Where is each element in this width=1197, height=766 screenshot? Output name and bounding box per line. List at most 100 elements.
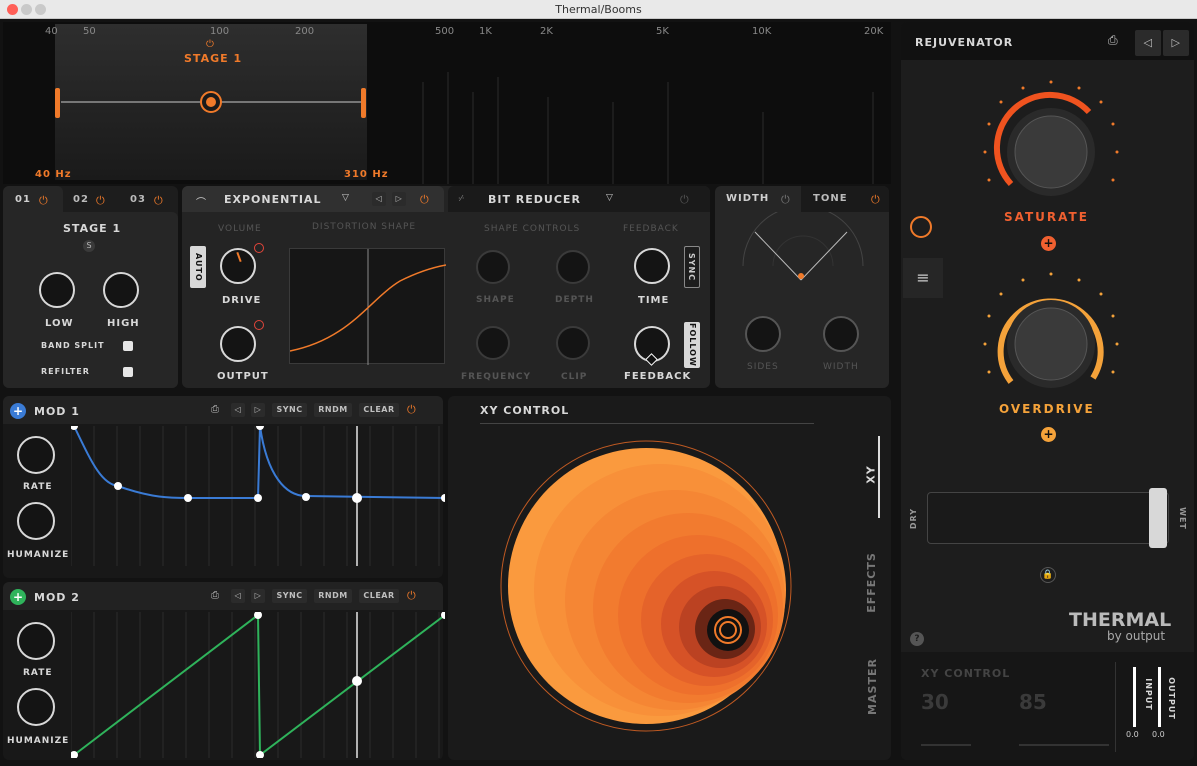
saturate-add-icon[interactable]: + bbox=[1041, 236, 1056, 251]
stage-02-power-icon[interactable]: ⏻ bbox=[96, 195, 105, 206]
distortion-panel: ⌒ EXPONENTIAL ▽ ◁ ▷ ⏻ ·⁄· BIT REDUCER ▽ … bbox=[182, 186, 710, 388]
frequency-knob[interactable] bbox=[476, 326, 510, 360]
mod1-envelope[interactable] bbox=[71, 426, 445, 566]
tab-stage-03[interactable]: 03 bbox=[130, 194, 146, 205]
mod2-next-button[interactable]: ▷ bbox=[251, 589, 265, 603]
tab-stage-02[interactable]: 02 bbox=[73, 194, 89, 205]
mod1-add-icon[interactable]: + bbox=[10, 403, 26, 419]
mod2-envelope[interactable] bbox=[71, 612, 445, 758]
xy-side-tab-master[interactable]: MASTER bbox=[866, 658, 879, 715]
mod1-clear-button[interactable]: CLEAR bbox=[359, 403, 399, 417]
output-value: 0.0 bbox=[1152, 730, 1165, 739]
sides-knob[interactable] bbox=[745, 316, 781, 352]
help-icon[interactable]: ? bbox=[910, 632, 924, 646]
mod2-rndm-button[interactable]: RNDM bbox=[314, 589, 352, 603]
feedback-section-label: FEEDBACK bbox=[623, 224, 679, 234]
tab-tone[interactable]: TONE bbox=[813, 193, 848, 204]
output-mod-indicator[interactable] bbox=[254, 320, 264, 330]
stage-03-power-icon[interactable]: ⏻ bbox=[154, 195, 163, 206]
mod2-power-icon[interactable]: ⏻ bbox=[407, 590, 416, 601]
volume-section-label: VOLUME bbox=[218, 224, 262, 234]
mod1-rndm-button[interactable]: RNDM bbox=[314, 403, 352, 417]
mod2-humanize-knob[interactable] bbox=[17, 688, 55, 726]
dry-wet-handle[interactable] bbox=[1149, 488, 1167, 548]
lock-icon[interactable]: 🔒 bbox=[1040, 567, 1056, 583]
clip-knob[interactable] bbox=[556, 326, 590, 360]
sync-toggle[interactable]: SYNC bbox=[684, 246, 700, 288]
rejuvenator-prev-button[interactable]: ◁ bbox=[1135, 30, 1161, 56]
drive-label: DRIVE bbox=[222, 295, 262, 306]
rejuvenator-side-tab[interactable] bbox=[903, 206, 937, 246]
mod1-rate-knob[interactable] bbox=[17, 436, 55, 474]
tone-power-icon[interactable]: ⏻ bbox=[871, 194, 880, 205]
distortion-power-icon[interactable]: ⏻ bbox=[420, 194, 429, 205]
tab-width[interactable]: WIDTH bbox=[726, 193, 769, 204]
mod1-sync-button[interactable]: SYNC bbox=[272, 403, 307, 417]
distortion-type-label[interactable]: EXPONENTIAL bbox=[224, 193, 321, 206]
xy-side-tab-effects[interactable]: EFFECTS bbox=[865, 552, 878, 613]
bit-reducer-dropdown-icon[interactable]: ▽ bbox=[606, 193, 613, 203]
mod2-prev-button[interactable]: ◁ bbox=[231, 589, 245, 603]
distortion-shape-graph[interactable] bbox=[289, 248, 447, 365]
stage-01-power-icon[interactable]: ⏻ bbox=[39, 195, 48, 206]
freq-label-20k: 20K bbox=[864, 26, 884, 37]
distortion-next-button[interactable]: ▷ bbox=[392, 192, 406, 206]
distortion-prev-button[interactable]: ◁ bbox=[372, 192, 386, 206]
tab-stage-01[interactable]: 01 bbox=[15, 194, 31, 205]
overdrive-add-icon[interactable]: + bbox=[1041, 427, 1056, 442]
footer-bar-1 bbox=[921, 744, 971, 746]
distortion-type-dropdown-icon[interactable]: ▽ bbox=[342, 193, 349, 203]
drive-mod-indicator[interactable] bbox=[254, 243, 264, 253]
bit-reducer-power-icon[interactable]: ⏻ bbox=[680, 194, 689, 205]
shape-knob[interactable] bbox=[476, 250, 510, 284]
low-knob[interactable] bbox=[39, 272, 75, 308]
band-split-checkbox[interactable] bbox=[123, 341, 133, 351]
width-power-icon[interactable]: ⏻ bbox=[781, 194, 790, 205]
stage-tab-active-bg bbox=[3, 186, 63, 212]
time-knob[interactable] bbox=[634, 248, 670, 284]
mod2-add-icon[interactable]: + bbox=[10, 589, 26, 605]
follow-toggle[interactable]: FOLLOW bbox=[684, 322, 700, 368]
mod1-power-icon[interactable]: ⏻ bbox=[407, 404, 416, 415]
mod1-next-button[interactable]: ▷ bbox=[251, 403, 265, 417]
stage-title: STAGE 1 bbox=[63, 222, 122, 235]
solo-button[interactable]: S bbox=[83, 240, 95, 252]
input-meter[interactable] bbox=[1133, 667, 1136, 727]
mixer-sliders-icon[interactable]: ≡ bbox=[903, 258, 943, 298]
high-knob[interactable] bbox=[103, 272, 139, 308]
xy-pad[interactable] bbox=[500, 440, 792, 732]
dry-wet-slider[interactable] bbox=[927, 492, 1169, 544]
wet-label: WET bbox=[1177, 507, 1187, 530]
auto-toggle[interactable]: AUTO bbox=[190, 246, 206, 288]
bit-reducer-label[interactable]: BIT REDUCER bbox=[488, 193, 581, 206]
mod1-humanize-label: HUMANIZE bbox=[7, 550, 70, 560]
drive-knob[interactable] bbox=[220, 248, 256, 284]
mod2-humanize-label: HUMANIZE bbox=[7, 736, 70, 746]
title-bar: Thermal/Booms bbox=[0, 0, 1197, 19]
mod2-rate-knob[interactable] bbox=[17, 622, 55, 660]
output-meter[interactable] bbox=[1158, 667, 1161, 727]
width-knob[interactable] bbox=[823, 316, 859, 352]
xy-side-tab-xy[interactable]: XY bbox=[865, 465, 878, 483]
depth-knob[interactable] bbox=[556, 250, 590, 284]
mod1-humanize-knob[interactable] bbox=[17, 502, 55, 540]
time-label: TIME bbox=[638, 295, 670, 306]
frequency-label: FREQUENCY bbox=[461, 372, 531, 382]
refilter-checkbox[interactable] bbox=[123, 367, 133, 377]
output-label: OUTPUT bbox=[217, 371, 269, 382]
spectrum-panel[interactable]: ⏻ STAGE 1 40 Hz 310 Hz 40 50 100 200 500 1K 2K… bbox=[3, 22, 891, 184]
mod1-prev-button[interactable]: ◁ bbox=[231, 403, 245, 417]
saturate-knob[interactable] bbox=[971, 74, 1131, 214]
dry-label: DRY bbox=[909, 507, 919, 530]
mod2-sync-button[interactable]: SYNC bbox=[272, 589, 307, 603]
overdrive-label: OVERDRIVE bbox=[999, 402, 1095, 416]
mod1-save-icon[interactable]: ⎙ bbox=[211, 404, 219, 415]
rejuvenator-save-icon[interactable]: ⎙ bbox=[1108, 33, 1118, 48]
input-label: INPUT bbox=[1143, 678, 1153, 711]
overdrive-knob[interactable] bbox=[971, 266, 1131, 406]
shape-controls-label: SHAPE CONTROLS bbox=[484, 224, 581, 234]
mod2-save-icon[interactable]: ⎙ bbox=[211, 590, 219, 601]
output-knob[interactable] bbox=[220, 326, 256, 362]
rejuvenator-next-button[interactable]: ▷ bbox=[1163, 30, 1189, 56]
mod2-clear-button[interactable]: CLEAR bbox=[359, 589, 399, 603]
